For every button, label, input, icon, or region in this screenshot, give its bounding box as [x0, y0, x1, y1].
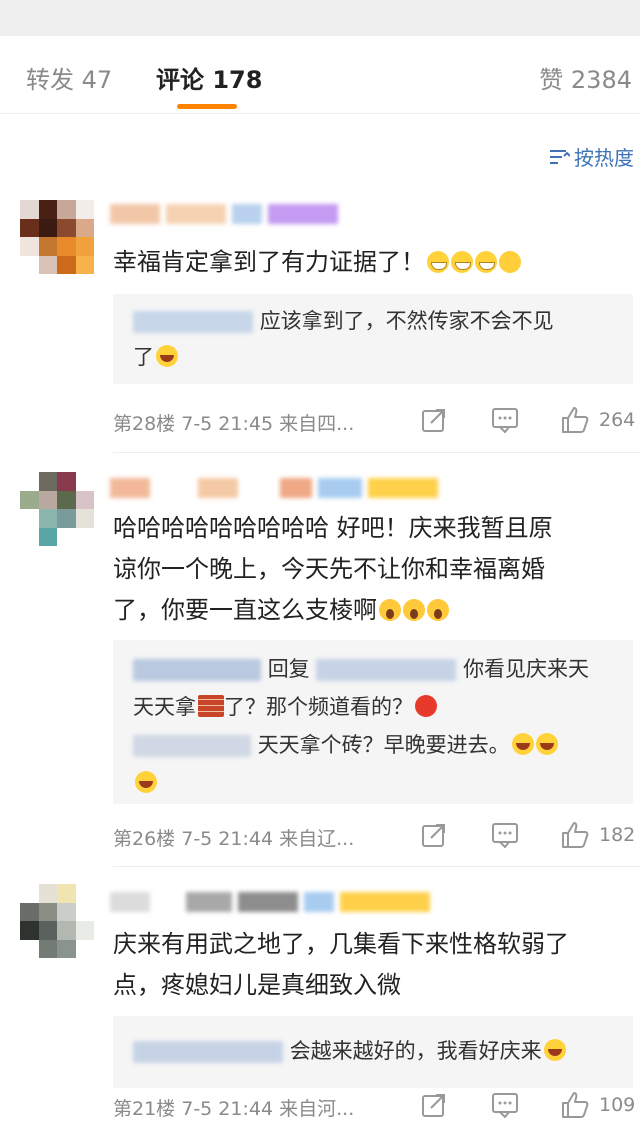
reply-author-redacted[interactable]	[133, 659, 261, 681]
tab-bar: 转发 47 评论 178 赞 2384	[0, 36, 640, 114]
avatar[interactable]	[20, 884, 94, 958]
top-status-strip	[0, 0, 640, 36]
avatar[interactable]	[20, 472, 94, 546]
reply-author-redacted[interactable]	[133, 1041, 283, 1063]
reply-text: 天天拿个砖？早晚要进去。	[257, 733, 510, 757]
grin-emoji-icon	[475, 251, 497, 273]
sort-by-hot-button[interactable]: 按热度	[548, 142, 634, 171]
grin-emoji-icon	[427, 251, 449, 273]
divider	[113, 866, 640, 867]
tab-comment[interactable]: 评论 178	[156, 60, 262, 95]
reply-text: 会越来越好的，我看好庆来	[289, 1039, 542, 1063]
like-count: 109	[599, 1094, 636, 1116]
tab-repost[interactable]: 转发 47	[26, 60, 112, 95]
laughing-emoji-icon	[135, 771, 157, 793]
floor-number: 第21楼	[113, 1098, 176, 1120]
reply-line	[133, 764, 623, 802]
screaming-emoji-icon	[379, 599, 401, 621]
floor-info: 第21楼 7-5 21:44 来自河...	[113, 1094, 354, 1121]
comment-line: 了，你要一直这么支棱啊	[113, 596, 377, 624]
laughing-emoji-icon	[535, 733, 558, 755]
share-icon[interactable]	[421, 1092, 447, 1118]
comment-line: 点，疼媳妇儿是真细致入微	[113, 971, 401, 999]
floor-info: 第28楼 7-5 21:45 来自四...	[113, 409, 354, 436]
reply-box[interactable]: 应该拿到了，不然传家不会不见 了	[113, 294, 633, 384]
angry-emoji-icon	[415, 695, 437, 717]
laughing-emoji-icon	[156, 345, 178, 367]
divider	[113, 452, 640, 453]
reply-text: 了？那个频道看的？	[224, 695, 413, 719]
reply-text: 应该拿到了，不然传家不会不见	[259, 309, 554, 333]
comment-meta: 第28楼 7-5 21:45 来自四... 264	[113, 401, 640, 441]
comment-meta: 第21楼 7-5 21:44 来自河... 109	[113, 1086, 640, 1126]
laughing-emoji-icon	[543, 1039, 566, 1061]
reply-line: 会越来越好的，我看好庆来	[133, 1032, 623, 1070]
reply-box[interactable]: 会越来越好的，我看好庆来	[113, 1016, 633, 1088]
reply-box[interactable]: 回复 你看见庆来天 天天拿 了？那个频道看的？ 天天拿个砖？早晚要进去。	[113, 640, 633, 804]
comment-line: 谅你一个晚上，今天先不让你和幸福离婚	[113, 555, 545, 583]
reply-text: 你看见庆来天	[463, 657, 590, 681]
comment-source: 来自河...	[279, 1098, 355, 1120]
comment-source: 来自辽...	[279, 828, 355, 850]
comment-icon[interactable]	[491, 407, 519, 433]
reply-author-redacted[interactable]	[133, 735, 251, 757]
username-redacted[interactable]	[110, 200, 338, 228]
comment-body: 幸福肯定拿到了有力证据了！	[113, 248, 425, 276]
share-icon[interactable]	[421, 407, 447, 433]
thumbs-up-icon[interactable]	[560, 820, 590, 850]
reply-line: 应该拿到了，不然传家不会不见	[133, 302, 623, 340]
comment-line: 庆来有用武之地了，几集看下来性格软弱了	[113, 930, 569, 958]
active-tab-indicator	[177, 104, 237, 109]
comment-icon[interactable]	[491, 1092, 519, 1118]
comment-text: 幸福肯定拿到了有力证据了！	[113, 242, 633, 283]
floor-number: 第28楼	[113, 413, 176, 435]
reply-author-redacted[interactable]	[133, 311, 253, 333]
thumbs-up-icon[interactable]	[560, 405, 590, 435]
avatar[interactable]	[20, 200, 94, 274]
like-count: 264	[599, 409, 636, 431]
comment-line: 哈哈哈哈哈哈哈哈哈 好吧！庆来我暂且原	[113, 514, 553, 542]
comment-text: 庆来有用武之地了，几集看下来性格软弱了 点，疼媳妇儿是真细致入微	[113, 924, 633, 1006]
reply-text: 回复	[267, 657, 310, 681]
reply-line: 天天拿个砖？早晚要进去。	[133, 726, 623, 764]
comment-meta: 第26楼 7-5 21:44 来自辽... 182	[113, 816, 640, 856]
screaming-emoji-icon	[403, 599, 425, 621]
reply-line: 回复 你看见庆来天	[133, 650, 623, 688]
thinking-emoji-icon	[499, 251, 521, 273]
sort-lines-icon	[550, 149, 570, 164]
comment-time: 7-5 21:44	[181, 1098, 274, 1120]
sort-label: 按热度	[574, 146, 634, 170]
comment-text: 哈哈哈哈哈哈哈哈哈 好吧！庆来我暂且原 谅你一个晚上，今天先不让你和幸福离婚 了…	[113, 508, 633, 631]
screaming-emoji-icon	[427, 599, 449, 621]
comment-time: 7-5 21:45	[181, 413, 274, 435]
reply-line: 了	[133, 338, 623, 376]
floor-number: 第26楼	[113, 828, 176, 850]
reply-text: 了	[133, 345, 154, 369]
brick-emoji-icon	[198, 695, 224, 717]
like-count: 182	[599, 824, 636, 846]
floor-info: 第26楼 7-5 21:44 来自辽...	[113, 824, 354, 851]
grin-emoji-icon	[451, 251, 473, 273]
reply-target-redacted[interactable]	[316, 659, 457, 681]
laughing-emoji-icon	[511, 733, 534, 755]
username-redacted[interactable]	[110, 888, 430, 916]
reply-text: 天天拿	[133, 695, 196, 719]
username-redacted[interactable]	[110, 474, 438, 502]
tab-like[interactable]: 赞 2384	[539, 60, 632, 95]
comment-icon[interactable]	[491, 822, 519, 848]
comment-line-last: 了，你要一直这么支棱啊	[113, 590, 633, 631]
comment-time: 7-5 21:44	[181, 828, 274, 850]
comment-source: 来自四...	[279, 413, 355, 435]
share-icon[interactable]	[421, 822, 447, 848]
thumbs-up-icon[interactable]	[560, 1090, 590, 1120]
reply-line: 天天拿 了？那个频道看的？	[133, 688, 623, 726]
